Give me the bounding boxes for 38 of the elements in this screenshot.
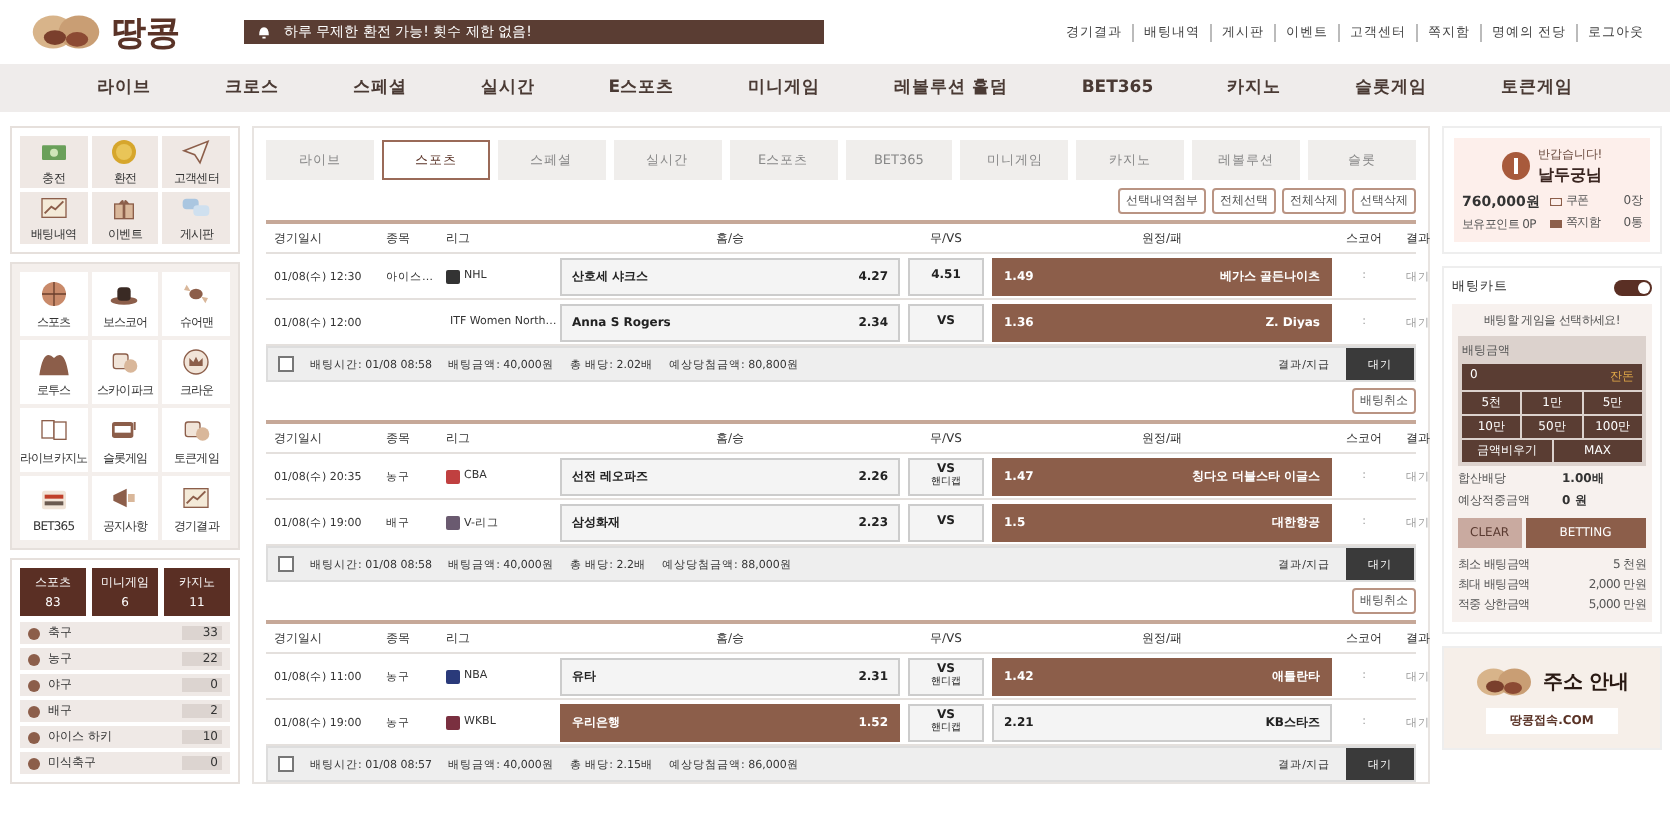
ball-icon bbox=[28, 705, 40, 717]
banner-title: 주소 안내 bbox=[1542, 670, 1630, 696]
league-logo-icon bbox=[446, 269, 460, 283]
nav-item[interactable]: 카지노 bbox=[1227, 76, 1282, 100]
nav-item[interactable]: 미니게임 bbox=[747, 76, 820, 100]
ticket-icon bbox=[1550, 197, 1562, 205]
bell-icon bbox=[256, 24, 272, 40]
paper-plane-icon bbox=[180, 136, 213, 168]
league-logo-icon bbox=[446, 669, 460, 683]
nav-item[interactable]: 크로스 bbox=[224, 76, 279, 100]
ball-icon bbox=[37, 277, 70, 309]
nav-item[interactable]: 라이브 bbox=[96, 76, 151, 100]
user-name: 날두궁님 bbox=[1537, 164, 1603, 186]
ball-icon bbox=[28, 627, 40, 639]
checkbox[interactable] bbox=[278, 356, 294, 372]
league-logo-icon bbox=[446, 515, 460, 529]
chart-icon bbox=[37, 192, 70, 224]
nav-item[interactable]: E스포츠 bbox=[608, 76, 675, 100]
nav-item[interactable]: 스페셜 bbox=[352, 76, 407, 100]
league-logo-icon bbox=[446, 469, 460, 483]
nav-item[interactable]: 토큰게임 bbox=[1500, 76, 1573, 100]
nav-item[interactable]: BET365 bbox=[1081, 78, 1154, 98]
league-logo-icon bbox=[446, 715, 460, 729]
checkbox[interactable] bbox=[278, 756, 294, 772]
checkbox[interactable] bbox=[278, 556, 294, 572]
crown-icon bbox=[180, 345, 213, 377]
nav-item[interactable]: 슬롯게임 bbox=[1355, 76, 1428, 100]
level-badge-icon bbox=[1501, 152, 1530, 180]
logo-text[interactable]: 땅콩 bbox=[112, 9, 180, 55]
ball-icon bbox=[28, 679, 40, 691]
ball-icon bbox=[28, 731, 40, 743]
ball-icon bbox=[28, 653, 40, 665]
ball-icon bbox=[28, 757, 40, 769]
nav-item[interactable]: 레볼루션 홀덤 bbox=[893, 76, 1008, 100]
cart-toggle[interactable] bbox=[1614, 279, 1652, 295]
envelope-icon bbox=[1550, 219, 1562, 227]
nav-item[interactable]: 실시간 bbox=[480, 76, 535, 100]
coin-icon bbox=[108, 136, 141, 168]
